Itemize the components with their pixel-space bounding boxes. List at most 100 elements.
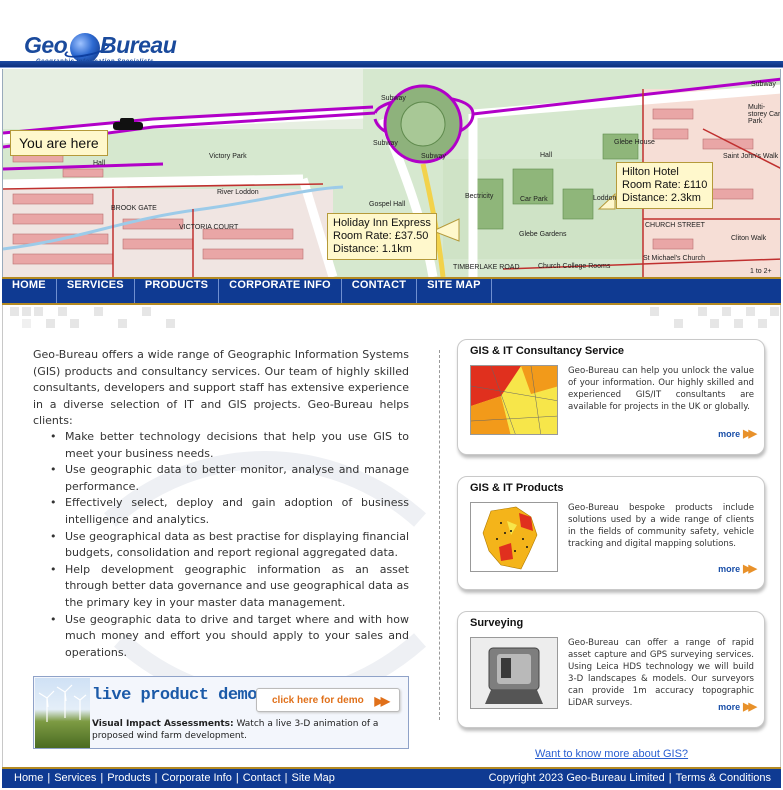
nav-products[interactable]: PRODUCTS: [135, 279, 220, 303]
map-label: Gospel Hall: [369, 201, 406, 208]
panel-surveying: Surveying Geo-Bureau can offer a range o…: [457, 611, 765, 728]
panel-title: Surveying: [470, 617, 524, 629]
hotel-rate: Room Rate: £37.50: [333, 230, 429, 242]
intro-paragraph: Geo-Bureau offers a wide range of Geogra…: [33, 348, 409, 428]
nav-services[interactable]: SERVICES: [57, 279, 135, 303]
hotel-callout-hilton[interactable]: Hilton Hotel Room Rate: £110 Distance: 2…: [616, 162, 714, 209]
column-divider: [439, 350, 440, 720]
list-item: Use geographical data as best practise f…: [49, 529, 409, 562]
list-item: Make better technology decisions that he…: [49, 429, 409, 462]
map-label: Victory Park: [209, 153, 247, 160]
double-arrow-icon: ▶▶: [743, 701, 757, 713]
map-label: Loddon: [593, 195, 617, 202]
footer-link-corporate-info[interactable]: Corporate Info: [162, 772, 232, 784]
map-label: CHURCH STREET: [645, 222, 705, 229]
map-label: River Loddon: [217, 189, 259, 196]
map-label: Bectricity: [465, 193, 494, 200]
map-label: Church College Rooms: [538, 263, 611, 270]
panel-title: GIS & IT Consultancy Service: [470, 345, 625, 357]
hotel-rate: Room Rate: £110: [622, 179, 708, 191]
footer-links: Home | Services | Products | Corporate Info | Co…: [14, 772, 335, 784]
map-label: Subway: [421, 153, 446, 160]
more-link[interactable]: more ▶▶: [718, 700, 757, 713]
footer-link-products[interactable]: Products: [107, 772, 150, 784]
map-label: Glebe Gardens: [519, 231, 567, 238]
main-nav: HOME SERVICES PRODUCTS CORPORATE INFO CO…: [2, 277, 781, 305]
nav-home[interactable]: HOME: [2, 279, 57, 303]
map-label: St Michael's Church: [643, 255, 706, 262]
demo-desc-bold: Visual Impact Assessments:: [92, 719, 234, 729]
wind-turbine-icon: [38, 684, 87, 722]
products-map-image[interactable]: [470, 502, 558, 572]
demo-title: live product demo: [92, 686, 257, 705]
map-label: TIMBERLAKE ROAD: [453, 264, 520, 271]
double-arrow-icon: ▶▶: [743, 428, 757, 440]
map-banner: Victory Park River Loddon Gospel Hall Ha…: [2, 69, 781, 277]
decorative-tiles-left: [0, 305, 260, 335]
wind-farm-thumbnail[interactable]: [35, 678, 90, 748]
map-label: Multi-storey Car Park: [748, 104, 781, 125]
map-label: Subway: [373, 140, 398, 147]
double-arrow-icon: ▶▶: [374, 694, 391, 708]
laser-scanner-thumbnail: [471, 638, 557, 708]
panel-text: Geo-Bureau bespoke products include solu…: [568, 503, 754, 549]
consultancy-map-image[interactable]: [470, 365, 558, 435]
terms-link[interactable]: Terms & Conditions: [676, 772, 771, 784]
copyright-text: Copyright 2023 Geo-Bureau Limited: [488, 772, 665, 784]
list-item: Help development geographic information …: [49, 562, 409, 612]
more-label: more: [718, 702, 741, 712]
map-label: BROOK GATE: [111, 205, 157, 212]
scanner-image[interactable]: [470, 637, 558, 709]
nav-site-map[interactable]: SITE MAP: [417, 279, 492, 303]
nav-contact[interactable]: CONTACT: [342, 279, 418, 303]
footer-right: Copyright 2023 Geo-Bureau Limited | Terms …: [488, 772, 771, 784]
services-bullet-list: Make better technology decisions that he…: [49, 429, 409, 661]
live-demo-box: live product demo click here for demo ▶▶…: [33, 676, 409, 749]
list-item: Use geographic data to better monitor, a…: [49, 462, 409, 495]
more-link[interactable]: more ▶▶: [718, 427, 757, 440]
decorative-tiles-right: [560, 305, 780, 335]
logo-bureau-text: Bureau: [100, 32, 177, 58]
list-item: Use geographic data to drive and target …: [49, 612, 409, 662]
demo-button-label: click here for demo: [272, 695, 364, 706]
footer-link-home[interactable]: Home: [14, 772, 43, 784]
footer: Home | Services | Products | Corporate Info | Co…: [2, 767, 781, 788]
panel-text: Geo-Bureau can offer a range of rapid as…: [568, 638, 754, 708]
map-label: Hall: [540, 152, 553, 159]
hotel-distance: Distance: 1.1km: [333, 243, 412, 255]
map-label: Subway: [381, 95, 406, 102]
more-link[interactable]: more ▶▶: [718, 562, 757, 575]
heat-map-thumbnail: [471, 366, 557, 434]
footer-link-site-map[interactable]: Site Map: [292, 772, 335, 784]
header-bar: [0, 61, 783, 68]
you-are-here-callout: You are here: [10, 130, 108, 156]
map-label: Cliton Walk: [731, 235, 767, 242]
map-label: 1 to 2+: [750, 268, 772, 275]
map-label: Car Park: [520, 196, 548, 203]
panel-text: Geo-Bureau can help you unlock the value…: [568, 366, 754, 412]
panel-title: GIS & IT Products: [470, 482, 564, 494]
more-about-gis-link[interactable]: Want to know more about GIS?: [535, 748, 688, 760]
map-label: Hall: [93, 160, 106, 167]
map-label: Subway: [751, 81, 776, 88]
panel-consultancy: GIS & IT Consultancy Service Geo-Bureau …: [457, 339, 765, 455]
more-label: more: [718, 429, 741, 439]
list-item: Effectively select, deploy and gain adop…: [49, 495, 409, 528]
double-arrow-icon: ▶▶: [743, 563, 757, 575]
demo-button[interactable]: click here for demo ▶▶: [256, 688, 400, 712]
map-label: Saint John's Walk: [723, 153, 779, 160]
panel-products: GIS & IT Products Geo-Bureau bespoke pro…: [457, 476, 765, 590]
region-map-thumbnail: [471, 503, 557, 571]
footer-link-contact[interactable]: Contact: [243, 772, 281, 784]
logo-geo-text: Geo: [24, 32, 68, 58]
hotel-name: Holiday Inn Express: [333, 217, 431, 229]
hotel-name: Hilton Hotel: [622, 166, 679, 178]
hotel-distance: Distance: 2.3km: [622, 192, 701, 204]
nav-corporate-info[interactable]: CORPORATE INFO: [219, 279, 342, 303]
more-label: more: [718, 564, 741, 574]
footer-link-services[interactable]: Services: [54, 772, 96, 784]
map-label: VICTORIA COURT: [179, 224, 239, 231]
map-label: Glebe House: [614, 139, 655, 146]
demo-description: Visual Impact Assessments: Watch a live …: [92, 718, 392, 742]
hotel-callout-holiday-inn[interactable]: Holiday Inn Express Room Rate: £37.50 Di…: [327, 213, 437, 260]
